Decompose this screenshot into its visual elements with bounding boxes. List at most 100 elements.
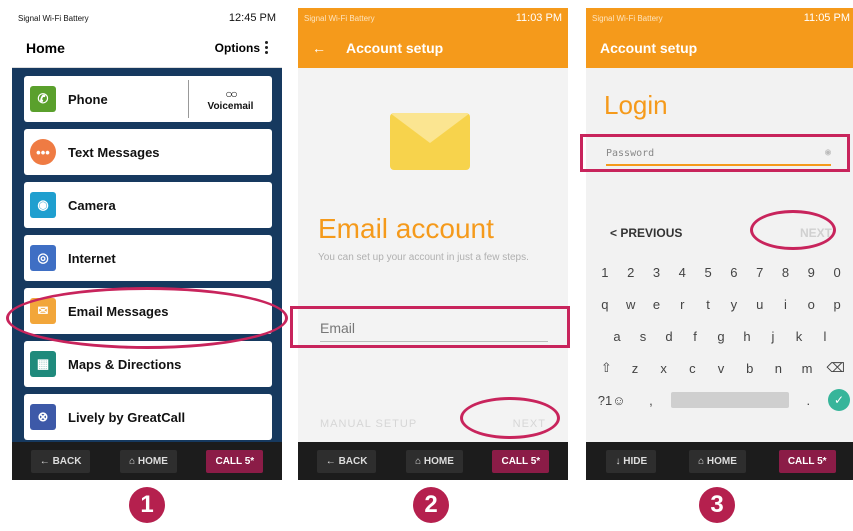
space-key[interactable] <box>670 392 789 408</box>
keyboard-key[interactable]: j <box>760 329 786 344</box>
keyboard-key[interactable]: i <box>773 297 799 312</box>
show-password-eye-icon[interactable]: ◉ <box>825 147 831 158</box>
keyboard-key[interactable]: e <box>644 297 670 312</box>
bottom-nav-bar: ← BACK ⌂ HOME CALL 5* <box>298 442 568 480</box>
bottom-nav-bar: ↓ HIDE ⌂ HOME CALL 5* <box>586 442 853 480</box>
bottom-nav-bar: ← BACK ⌂ HOME CALL 5* <box>12 442 282 480</box>
keyboard-key[interactable]: h <box>734 329 760 344</box>
keyboard-key[interactable]: z <box>621 361 650 376</box>
keyboard-key[interactable]: n <box>764 361 793 376</box>
email-account-subtitle: You can set up your account in just a fe… <box>318 252 529 263</box>
status-bar: Signal Wi-Fi Battery 12:45 PM <box>12 8 282 28</box>
keyboard-key[interactable]: b <box>735 361 764 376</box>
keyboard-key[interactable]: g <box>708 329 734 344</box>
keyboard-key[interactable]: y <box>721 297 747 312</box>
keyboard-key[interactable]: 2 <box>618 265 644 280</box>
voicemail-button[interactable]: ○○ Voicemail <box>188 80 272 118</box>
menu-item-camera[interactable]: ◉ Camera <box>24 182 272 228</box>
home-button[interactable]: ⌂ HOME <box>120 449 177 473</box>
app-bar-title: Account setup <box>600 40 698 56</box>
keyboard-key[interactable]: a <box>604 329 630 344</box>
step-number-1: 1 <box>129 487 165 523</box>
setup-actions: MANUAL SETUP NEXT <box>298 406 568 442</box>
keyboard-key[interactable]: 4 <box>669 265 695 280</box>
app-bar: ← Account setup <box>298 28 568 68</box>
keyboard-key[interactable]: 0 <box>824 265 850 280</box>
menu-item-label: Camera <box>68 197 116 213</box>
keyboard-key[interactable]: 6 <box>721 265 747 280</box>
menu-item-maps-directions[interactable]: ▦ Maps & Directions <box>24 341 272 387</box>
keyboard-key[interactable]: 1 <box>592 265 618 280</box>
back-button[interactable]: ← BACK <box>316 449 377 473</box>
keyboard-key[interactable]: m <box>793 361 822 376</box>
phone-screen-login: Signal Wi-Fi Battery 11:05 PM Account se… <box>586 8 853 480</box>
envelope-illustration-icon <box>390 113 470 170</box>
keyboard-key[interactable]: d <box>656 329 682 344</box>
step-number-2: 2 <box>413 487 449 523</box>
menu-item-text-messages[interactable]: ••• Text Messages <box>24 129 272 175</box>
menu-item-internet[interactable]: ◎ Internet <box>24 235 272 281</box>
back-arrow-icon[interactable]: ← <box>312 40 326 56</box>
keyboard-key[interactable]: t <box>695 297 721 312</box>
keyboard-key[interactable]: l <box>812 329 838 344</box>
keyboard-key[interactable]: 9 <box>798 265 824 280</box>
call-button[interactable]: CALL 5* <box>492 449 550 473</box>
keyboard-key[interactable]: o <box>798 297 824 312</box>
status-bar: Signal Wi-Fi Battery 11:05 PM <box>586 8 853 28</box>
keyboard-key[interactable]: q <box>592 297 618 312</box>
lively-icon: ⊗ <box>30 404 56 430</box>
keyboard-key[interactable]: f <box>682 329 708 344</box>
app-bar: Account setup <box>586 28 853 68</box>
keyboard-key[interactable]: 8 <box>773 265 799 280</box>
call-button[interactable]: CALL 5* <box>778 449 836 473</box>
phone-screen-email-account: Signal Wi-Fi Battery 11:03 PM ← Account … <box>298 8 568 480</box>
keyboard-key[interactable]: p <box>824 297 850 312</box>
menu-item-lively[interactable]: ⊗ Lively by GreatCall <box>24 394 272 440</box>
options-button[interactable]: Options <box>215 41 268 55</box>
keyboard-key[interactable]: r <box>669 297 695 312</box>
period-key[interactable]: . <box>789 393 828 408</box>
menu-item-phone[interactable]: ✆ Phone ○○ Voicemail <box>24 76 272 122</box>
login-title: Login <box>604 90 668 120</box>
next-button[interactable]: NEXT <box>513 418 546 430</box>
comma-key[interactable]: , <box>631 393 670 408</box>
keyboard-key[interactable]: k <box>786 329 812 344</box>
keyboard-key[interactable]: 3 <box>644 265 670 280</box>
keyboard-key[interactable]: v <box>707 361 736 376</box>
manual-setup-button[interactable]: MANUAL SETUP <box>320 418 417 430</box>
home-button[interactable]: ⌂ HOME <box>406 449 463 473</box>
keyboard-key[interactable]: 7 <box>747 265 773 280</box>
home-label: HOME <box>423 455 454 467</box>
keyboard-key[interactable]: ⇧ <box>592 360 621 376</box>
symbols-key[interactable]: ?1☺ <box>592 393 631 408</box>
phone-icon: ✆ <box>30 86 56 112</box>
status-icons: Signal Wi-Fi Battery <box>592 13 663 23</box>
menu-item-email-messages[interactable]: ✉ Email Messages <box>24 288 272 334</box>
keyboard-key[interactable]: w <box>618 297 644 312</box>
previous-button[interactable]: < PREVIOUS <box>610 226 682 240</box>
keyboard-key[interactable]: c <box>678 361 707 376</box>
password-input[interactable]: Password ◉ <box>606 144 831 166</box>
done-check-icon[interactable]: ✓ <box>827 389 850 411</box>
status-icons: Signal Wi-Fi Battery <box>304 13 375 23</box>
keyboard-key[interactable]: 5 <box>695 265 721 280</box>
status-time: 11:05 PM <box>803 12 850 24</box>
back-button[interactable]: ← BACK <box>30 449 91 473</box>
form-navigation: < PREVIOUS NEXT <box>586 218 853 248</box>
camera-icon: ◉ <box>30 192 56 218</box>
voicemail-icon: ○○ <box>225 86 237 101</box>
keyboard-row-middle: asdfghjkl <box>586 320 853 352</box>
next-button[interactable]: NEXT <box>800 226 832 240</box>
home-button[interactable]: ⌂ HOME <box>689 449 746 473</box>
keyboard-key[interactable]: u <box>747 297 773 312</box>
hide-keyboard-button[interactable]: ↓ HIDE <box>606 449 657 473</box>
home-label: HOME <box>706 455 737 467</box>
email-input[interactable]: Email <box>320 316 548 342</box>
keyboard-key[interactable]: x <box>649 361 678 376</box>
step-number-3: 3 <box>699 487 735 523</box>
keyboard-key[interactable]: ⌫ <box>821 360 850 376</box>
call-button[interactable]: CALL 5* <box>206 449 264 473</box>
menu-item-label: Text Messages <box>68 144 160 160</box>
keyboard-key[interactable]: s <box>630 329 656 344</box>
tutorial-figure: Signal Wi-Fi Battery 12:45 PM Home Optio… <box>0 0 853 531</box>
